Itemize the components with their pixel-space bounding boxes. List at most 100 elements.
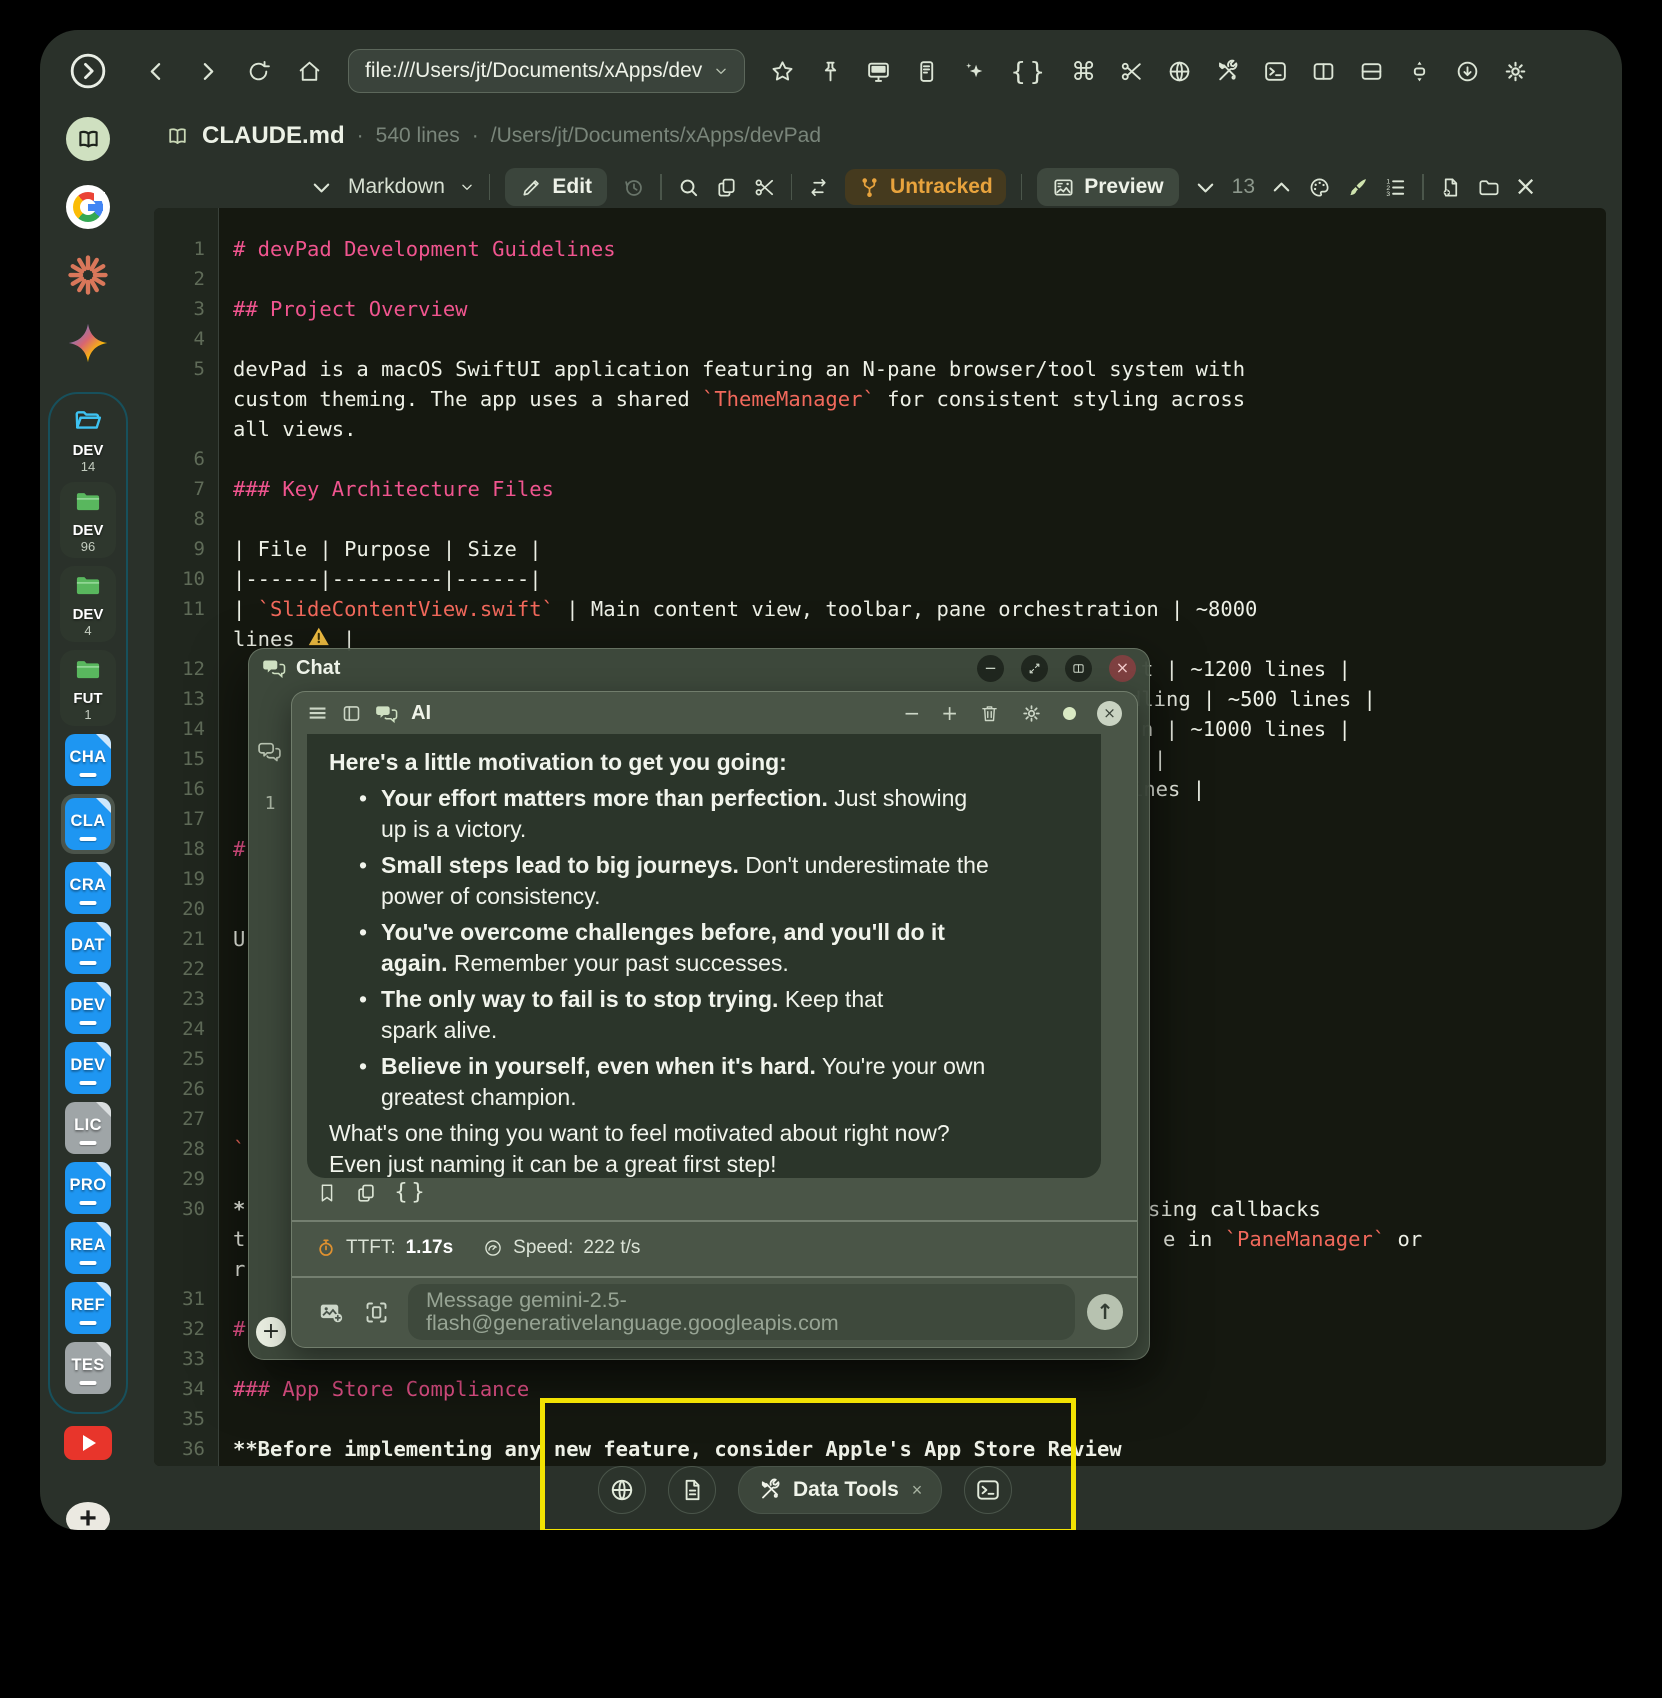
editor-line-text[interactable]: ### App Store Compliance xyxy=(233,1374,1606,1404)
editor-line-text[interactable]: devPad is a macOS SwiftUI application fe… xyxy=(233,354,1606,384)
download-button[interactable] xyxy=(1455,59,1480,84)
chat-title-bar[interactable]: Chat − × xyxy=(249,649,1149,687)
chat-split-button[interactable] xyxy=(1065,655,1092,682)
mode-chevron-icon[interactable] xyxy=(460,180,474,194)
dock-document-button[interactable] xyxy=(668,1466,716,1514)
chat-add-button[interactable]: + xyxy=(256,1317,286,1347)
screenshot-button[interactable] xyxy=(363,1299,390,1326)
dock-globe-button[interactable] xyxy=(598,1466,646,1514)
split-columns-button[interactable] xyxy=(1311,59,1336,84)
preview-button[interactable]: Preview xyxy=(1037,168,1178,206)
close-editor-button[interactable]: × xyxy=(1515,174,1537,200)
data-tools-close-icon[interactable]: × xyxy=(912,1480,923,1501)
editor-line-text[interactable]: | File | Purpose | Size | xyxy=(233,534,1606,564)
chat-bubble-outline-icon[interactable] xyxy=(257,739,282,764)
chat-minimize-button[interactable]: − xyxy=(977,655,1004,682)
editor-line-text[interactable]: | `SlideContentView.swift` | Main conten… xyxy=(233,594,1606,624)
sparkles-ai-button[interactable] xyxy=(962,59,987,84)
folder-button[interactable] xyxy=(1477,176,1500,199)
sidebar-file-dev[interactable]: DEV xyxy=(65,1042,111,1094)
ai-settings-button[interactable] xyxy=(1021,703,1042,724)
sidebar-file-dat[interactable]: DAT xyxy=(65,922,111,974)
sidebar-toggle-icon[interactable] xyxy=(341,703,362,724)
sidebar-file-rea[interactable]: REA xyxy=(65,1222,111,1274)
chat-expand-button[interactable] xyxy=(1021,655,1048,682)
editor-line-text[interactable] xyxy=(233,504,1606,534)
braces-icon[interactable]: {} xyxy=(394,1182,428,1204)
sidebar-file-tes[interactable]: TES xyxy=(65,1342,111,1394)
scissors-button[interactable] xyxy=(1119,59,1144,84)
display-button[interactable] xyxy=(866,59,891,84)
edit-button[interactable]: Edit xyxy=(505,168,607,206)
sidebar-folder-dev-14[interactable]: DEV14 xyxy=(69,406,107,474)
editor-line-text[interactable] xyxy=(233,264,1606,294)
editor-line-text[interactable]: **Before implementing any new feature, c… xyxy=(233,1434,1606,1464)
sidebar-file-pro[interactable]: PRO xyxy=(65,1162,111,1214)
palette-button[interactable] xyxy=(1308,176,1331,199)
prev-match-button[interactable] xyxy=(1194,176,1217,199)
sidebar-file-ref[interactable]: REF xyxy=(65,1282,111,1334)
data-tools-button[interactable]: Data Tools × xyxy=(738,1466,942,1514)
forward-button[interactable] xyxy=(195,59,220,84)
reload-button[interactable] xyxy=(246,59,271,84)
chat-window[interactable]: Chat − × 1 + ≡ AI − + xyxy=(248,648,1150,1360)
bookmark-icon[interactable] xyxy=(316,1182,338,1204)
paintbrush-button[interactable] xyxy=(1346,176,1369,199)
next-match-button[interactable] xyxy=(1270,176,1293,199)
dock-terminal-button[interactable] xyxy=(964,1466,1012,1514)
ai-zoom-in-button[interactable]: + xyxy=(941,703,958,723)
editor-line-text[interactable] xyxy=(233,324,1606,354)
bookmark-star-button[interactable] xyxy=(770,59,795,84)
home-button[interactable] xyxy=(297,59,322,84)
mode-dropdown[interactable]: Markdown xyxy=(348,175,445,199)
trash-button[interactable] xyxy=(979,703,1000,724)
sidebar-add-button[interactable]: + xyxy=(66,1502,110,1530)
ai-close-button[interactable]: × xyxy=(1097,701,1122,726)
google-icon[interactable] xyxy=(65,184,111,230)
sidebar-folder-dev-96[interactable]: DEV96 xyxy=(60,482,116,558)
copy-button[interactable] xyxy=(715,176,738,199)
claude-icon[interactable] xyxy=(65,252,111,298)
search-button[interactable] xyxy=(677,176,700,199)
chat-close-button[interactable]: × xyxy=(1109,655,1136,682)
editor-line-text[interactable]: ## Project Overview xyxy=(233,294,1606,324)
attach-image-button[interactable] xyxy=(318,1299,345,1326)
menu-icon[interactable]: ≡ xyxy=(307,700,328,725)
split-rows-button[interactable] xyxy=(1359,59,1384,84)
url-dropdown-icon[interactable] xyxy=(714,64,728,78)
gemini-icon[interactable] xyxy=(65,320,111,366)
terminal-button[interactable] xyxy=(1263,59,1288,84)
editor-line-text[interactable] xyxy=(233,444,1606,474)
panel-toggle-icon[interactable] xyxy=(65,48,111,94)
sidebar-folder-fut-1[interactable]: FUT1 xyxy=(60,650,116,726)
new-file-button[interactable] xyxy=(1439,176,1462,199)
editor-line-text[interactable]: |------|---------|------| xyxy=(233,564,1606,594)
send-button[interactable]: ↑ xyxy=(1087,1294,1123,1330)
cut-button[interactable] xyxy=(753,176,776,199)
pin-button[interactable] xyxy=(818,59,843,84)
ai-zoom-out-button[interactable]: − xyxy=(903,703,920,723)
sidebar-file-cra[interactable]: CRA xyxy=(65,862,111,914)
git-status-badge[interactable]: Untracked xyxy=(845,169,1006,205)
url-bar[interactable]: file:///Users/jt/Documents/xApps/dev xyxy=(348,49,745,93)
collapse-icon[interactable] xyxy=(310,176,333,199)
sidebar-file-cla-selected[interactable]: CLA xyxy=(61,794,115,854)
editor-line-text[interactable] xyxy=(233,1404,1606,1434)
globe-button[interactable] xyxy=(1167,59,1192,84)
message-input[interactable]: Message gemini-2.5- flash@generativelang… xyxy=(408,1284,1075,1340)
ordered-list-button[interactable]: 123 xyxy=(1384,176,1407,199)
history-button[interactable] xyxy=(622,176,645,199)
editor-line-text[interactable]: ### Key Architecture Files xyxy=(233,474,1606,504)
copy-message-icon[interactable] xyxy=(355,1182,377,1204)
swap-button[interactable] xyxy=(807,176,830,199)
tools-button[interactable] xyxy=(1215,59,1240,84)
editor-line-text[interactable]: all views. xyxy=(233,414,1606,444)
editor-line-text[interactable]: custom theming. The app uses a shared `T… xyxy=(233,384,1606,414)
ai-pane[interactable]: ≡ AI − + × Here's a little motivation to… xyxy=(291,691,1138,1348)
editor-line-text[interactable]: # devPad Development Guidelines xyxy=(233,234,1606,264)
expand-vertical-button[interactable] xyxy=(1407,59,1432,84)
command-button[interactable]: ⌘ xyxy=(1071,59,1096,84)
sidebar-file-cha[interactable]: CHA xyxy=(65,734,111,786)
code-braces-button[interactable]: {} xyxy=(1010,59,1048,84)
book-icon[interactable] xyxy=(65,116,111,162)
